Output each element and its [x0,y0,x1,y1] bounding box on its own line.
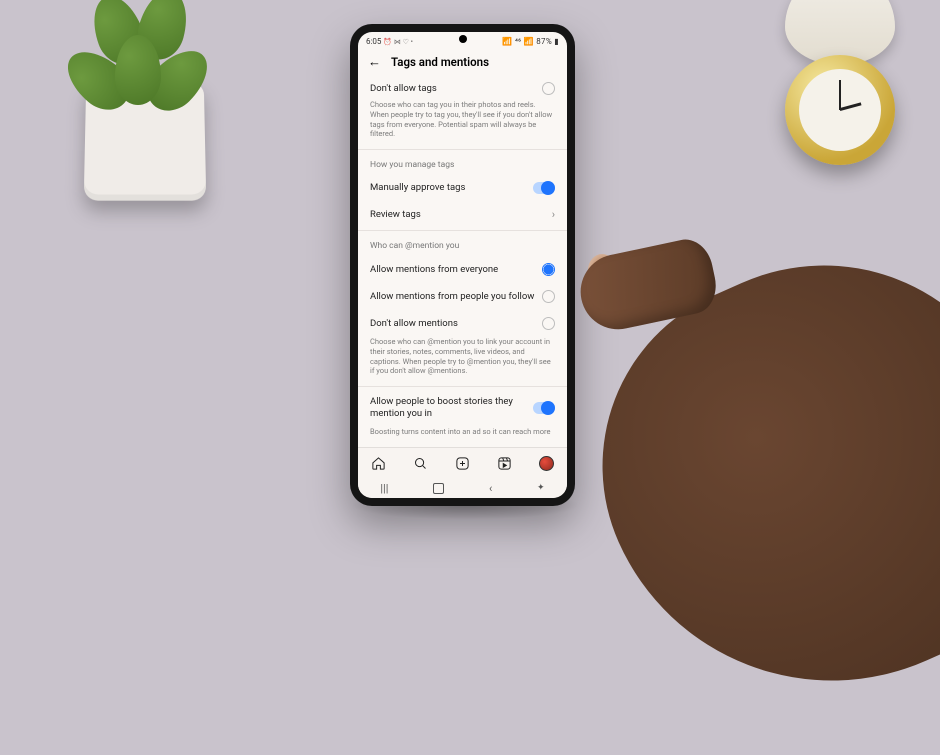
reels-icon[interactable] [497,456,512,471]
back-button[interactable]: ‹ [489,482,492,495]
option-label: Review tags [370,209,421,221]
tags-description: Choose who can tag you in their photos a… [358,100,567,147]
option-review-tags[interactable]: Review tags › [358,201,567,229]
option-mentions-none[interactable]: Don't allow mentions [358,310,567,337]
divider [358,386,567,387]
accessibility-button[interactable]: ✦ [537,483,545,493]
option-label: Manually approve tags [370,182,465,194]
option-dont-allow-tags[interactable]: Don't allow tags [358,77,567,100]
page-header: ← Tags and mentions [358,49,567,77]
option-mentions-followed[interactable]: Allow mentions from people you follow [358,283,567,310]
system-navbar: ||| ‹ ✦ [358,478,567,498]
phone-screen: 6:05 ⏰ ⋈ ♡ • 📶 ⁴⁶ 📶 87% ▮ ← Tags and men… [358,32,567,498]
toggle-switch[interactable] [533,182,555,194]
recents-button[interactable]: ||| [380,482,388,495]
home-button[interactable] [433,483,444,494]
front-camera [459,35,467,43]
phone-device: 6:05 ⏰ ⋈ ♡ • 📶 ⁴⁶ 📶 87% ▮ ← Tags and men… [350,24,575,506]
status-time: 6:05 ⏰ ⋈ ♡ • [366,37,413,46]
section-mentions: Who can @mention you [358,233,567,256]
app-tabbar [358,447,567,478]
radio-icon[interactable] [542,290,555,303]
page-title: Tags and mentions [391,55,489,69]
create-icon[interactable] [455,456,470,471]
mentions-description: Choose who can @mention you to link your… [358,337,567,384]
boost-description: Boosting turns content into an ad so it … [358,427,567,437]
option-label: Don't allow mentions [370,318,458,330]
section-manage-tags: How you manage tags [358,152,567,175]
back-icon[interactable]: ← [368,56,381,69]
option-mentions-everyone[interactable]: Allow mentions from everyone [358,256,567,283]
decor-plant [55,0,225,200]
divider [358,230,567,231]
divider [358,149,567,150]
option-label: Don't allow tags [370,83,437,95]
toggle-switch[interactable] [533,402,555,414]
status-indicators: 📶 ⁴⁶ 📶 87% ▮ [502,37,559,46]
hand-pointing [560,218,940,528]
chevron-right-icon: › [552,208,555,222]
settings-content: Don't allow tags Choose who can tag you … [358,77,567,447]
option-manually-approve[interactable]: Manually approve tags [358,175,567,201]
search-icon[interactable] [413,456,428,471]
profile-avatar[interactable] [539,456,554,471]
radio-icon[interactable] [542,82,555,95]
home-icon[interactable] [371,456,386,471]
decor-clock [760,0,930,180]
option-label: Allow people to boost stories they menti… [370,396,520,420]
radio-icon[interactable] [542,317,555,330]
option-label: Allow mentions from everyone [370,264,498,276]
option-label: Allow mentions from people you follow [370,291,534,303]
option-boost-stories[interactable]: Allow people to boost stories they menti… [358,389,567,427]
radio-icon[interactable] [542,263,555,276]
